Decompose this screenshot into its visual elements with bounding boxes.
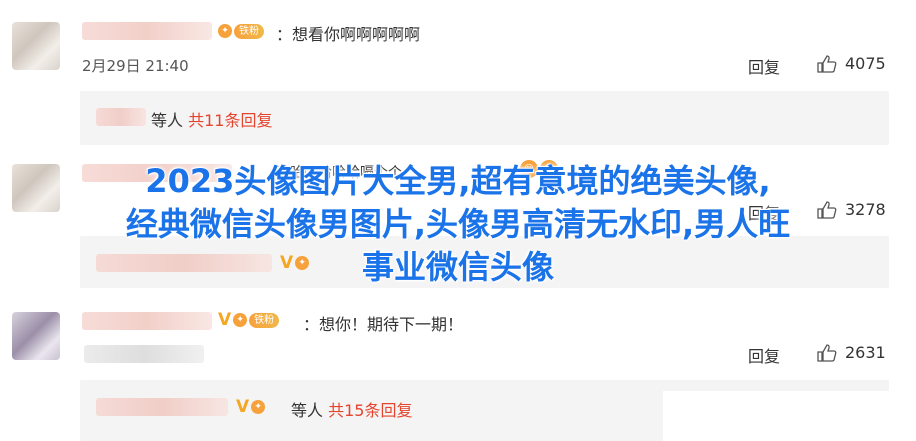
- thumbs-up-icon: [817, 343, 837, 362]
- like-count: 2631: [845, 343, 886, 362]
- view-replies-link[interactable]: 等人 共15条回复: [291, 397, 412, 421]
- like-count: 4075: [845, 54, 886, 73]
- comment-timestamp: 2月29日 21:40: [82, 57, 189, 75]
- overlay-title: 2023头像图片大全男,超有意境的绝美头像, 经典微信头像男图片,头像男高清无水…: [0, 160, 916, 289]
- verified-v-icon: V: [236, 397, 250, 417]
- fan-icon: ✦: [218, 24, 232, 38]
- commenter-avatar[interactable]: [12, 312, 60, 360]
- like-button[interactable]: 4075: [817, 54, 886, 73]
- fan-badge-label: 铁粉: [249, 312, 280, 328]
- thumbs-up-icon: [817, 54, 837, 73]
- comment-text: ：想看你啊啊啊啊啊: [276, 25, 421, 44]
- more-prefix: 等人: [151, 111, 184, 130]
- fan-badge: V ✦ 铁粉: [218, 310, 280, 330]
- commenter-name-blurred[interactable]: [82, 22, 212, 40]
- verified-badge: V ✦: [236, 397, 266, 417]
- blank-area: [663, 391, 916, 441]
- reply-button[interactable]: 回复: [748, 343, 780, 367]
- fan-icon: ✦: [251, 400, 266, 414]
- verified-v-icon: V: [218, 310, 232, 330]
- commenter-name-blurred[interactable]: [82, 312, 212, 330]
- replier-names-blurred[interactable]: [96, 398, 228, 416]
- fan-icon: ✦: [233, 313, 248, 327]
- overlay-title-line-1: 2023头像图片大全男,超有意境的绝美头像,: [145, 162, 771, 200]
- fan-badge: ✦ 铁粉: [218, 22, 264, 40]
- reply-button[interactable]: 回复: [748, 54, 780, 78]
- view-replies-link[interactable]: 等人 共11条回复: [151, 107, 272, 131]
- overlay-title-line-3: 事业微信头像: [361, 248, 554, 286]
- overlay-title-line-2: 经典微信头像男图片,头像男高清无水印,男人旺: [125, 205, 791, 243]
- fan-badge-label: 铁粉: [234, 23, 264, 39]
- replier-names-blurred[interactable]: [96, 108, 146, 126]
- commenter-avatar[interactable]: [12, 22, 60, 70]
- more-count[interactable]: 共11条回复: [188, 111, 272, 130]
- comment-text: ：想你！期待下一期！: [303, 315, 464, 334]
- like-button[interactable]: 2631: [817, 343, 886, 362]
- more-prefix: 等人: [291, 401, 324, 420]
- more-count[interactable]: 共15条回复: [328, 401, 412, 420]
- comment-timestamp-blurred: [84, 345, 204, 363]
